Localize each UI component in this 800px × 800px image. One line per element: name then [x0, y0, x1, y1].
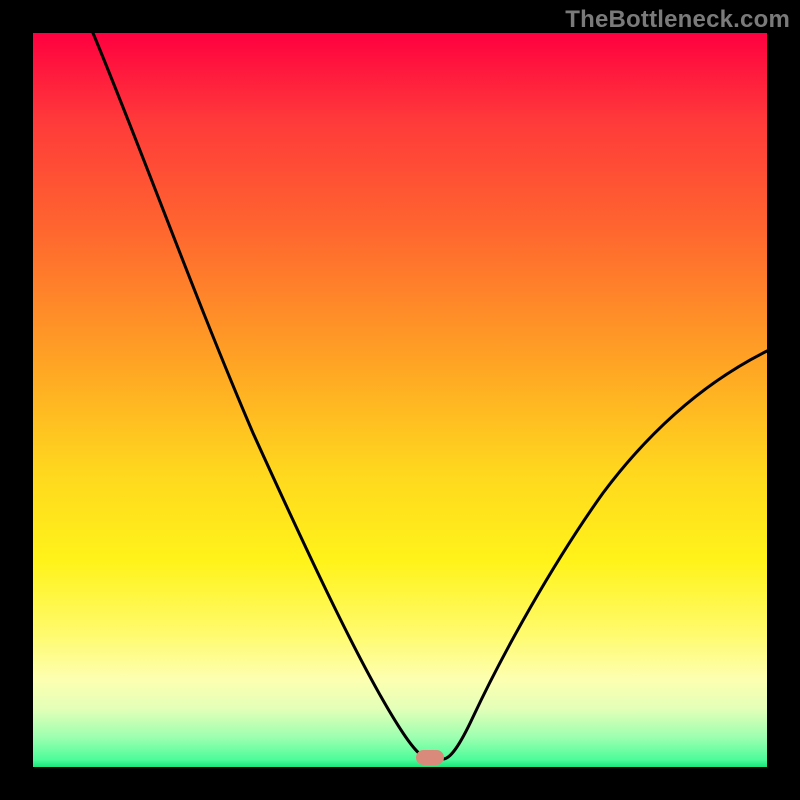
chart-stage: TheBottleneck.com [0, 0, 800, 800]
watermark-text: TheBottleneck.com [565, 6, 790, 34]
curve-svg [33, 33, 767, 767]
optimum-marker [416, 750, 444, 765]
plot-area [33, 33, 767, 767]
bottleneck-curve [93, 33, 767, 759]
